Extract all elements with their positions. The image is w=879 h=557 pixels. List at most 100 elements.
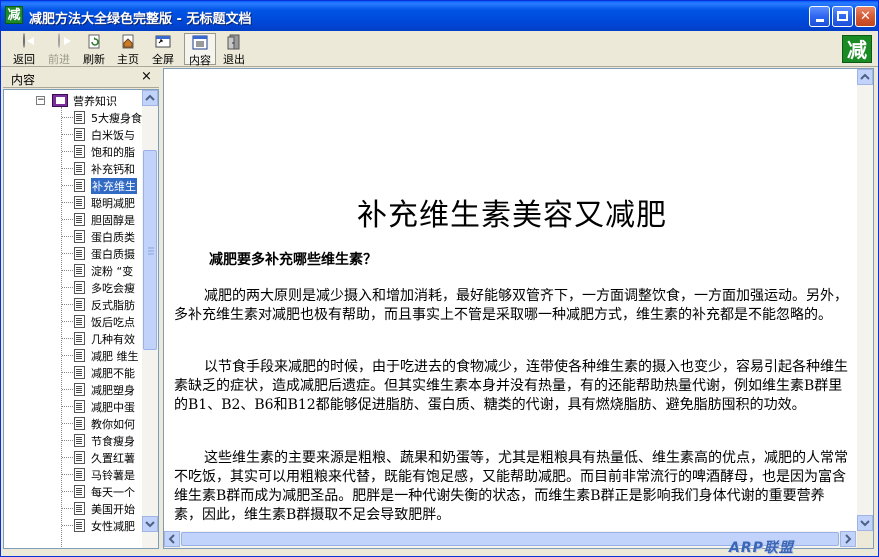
content-scroll-up-button[interactable] — [857, 69, 873, 85]
tree-branch-line — [62, 474, 73, 475]
tree-branch-line — [62, 423, 73, 424]
tree-item[interactable]: 补充维生 — [4, 177, 142, 194]
chevron-down-icon — [860, 520, 870, 527]
tree-item-label: 多吃会瘦 — [91, 282, 135, 295]
document-icon — [74, 196, 85, 209]
sidebar-close-icon[interactable]: × — [141, 69, 152, 84]
tree-branch-line — [62, 168, 73, 169]
tree-branch-line — [62, 304, 73, 305]
contents-button[interactable]: 内容 — [184, 33, 216, 67]
scroll-left-button[interactable] — [164, 531, 180, 547]
tree-item[interactable]: 胆固醇是 — [4, 211, 142, 228]
maximize-button[interactable] — [832, 6, 853, 27]
close-button[interactable]: ✕ — [855, 6, 876, 27]
document-icon — [74, 417, 85, 430]
tree-item[interactable]: 减肥中蛋 — [4, 398, 142, 415]
tree-item[interactable]: 蛋白质摄 — [4, 245, 142, 262]
tree-item[interactable]: 反式脂肪 — [4, 296, 142, 313]
tree-item-label: 补充维生 — [91, 178, 137, 194]
tree-item[interactable]: 马铃薯是 — [4, 466, 142, 483]
tree-item[interactable]: 补充钙和 — [4, 160, 142, 177]
tree-branch-line — [62, 287, 73, 288]
tree-item-label: 白米饭与 — [91, 129, 135, 142]
tree-item-label: 减肥不能 — [91, 367, 135, 380]
scroll-up-button[interactable] — [142, 90, 158, 106]
document-icon — [74, 519, 85, 532]
tree-item-label: 补充钙和 — [91, 163, 135, 176]
tree-root-node[interactable]: − 营养知识 — [4, 92, 142, 109]
title-bar[interactable]: 减 减肥方法大全绿色完整版 - 无标题文档 ✕ — [1, 1, 878, 31]
tree-item-label: 每天一个 — [91, 486, 135, 499]
chevron-right-icon — [845, 534, 852, 544]
tree-branch-line — [62, 406, 73, 407]
tree-branch-line — [62, 491, 73, 492]
tree-branch-line — [62, 270, 73, 271]
article-subtitle: 减肥要多补充哪些维生素？ — [209, 252, 377, 268]
tree-item[interactable]: 饱和的脂 — [4, 143, 142, 160]
refresh-button[interactable]: 刷新 — [79, 33, 109, 66]
scroll-thumb[interactable] — [143, 150, 157, 350]
tree-branch-line — [62, 355, 73, 356]
tree-item[interactable]: 减肥塑身 — [4, 381, 142, 398]
home-button[interactable]: 主页 — [113, 33, 143, 66]
document-icon — [74, 366, 85, 379]
tree-item[interactable]: 蛋白质类 — [4, 228, 142, 245]
grip-icon — [148, 247, 154, 255]
document-icon — [74, 315, 85, 328]
tree-item[interactable]: 饭后吃点 — [4, 313, 142, 330]
tree-item[interactable]: 每天一个 — [4, 483, 142, 500]
tree-branch-line — [62, 236, 73, 237]
scrollbar-corner — [857, 531, 873, 548]
tree-branch-line — [62, 440, 73, 441]
content-scroll-down-button[interactable] — [857, 515, 873, 531]
app-icon: 减 — [5, 6, 23, 24]
chevron-up-icon — [145, 94, 155, 101]
tree-item-label: 久置红薯 — [91, 452, 135, 465]
tree-branch-line — [62, 185, 73, 186]
tree-item-label: 美国开始 — [91, 503, 135, 516]
tree-item[interactable]: 白米饭与 — [4, 126, 142, 143]
article-paragraph: 这些维生素的主要来源是粗粮、蔬果和奶蛋等，尤其是粗粮具有热量低、维生素高的优点，… — [174, 450, 848, 523]
tree-item-label: 饭后吃点 — [91, 316, 135, 329]
tree-item-label: 几种有效 — [91, 333, 135, 346]
contents-tree: − 营养知识 5大瘦身食白米饭与 饱和的脂补充钙和补充维生 聪明减肥 胆固醇是 蛋白质类… — [3, 89, 159, 549]
tree-item[interactable]: 教你如何 — [4, 415, 142, 432]
tree-item[interactable]: 美国开始 — [4, 500, 142, 517]
sidebar-scrollbar[interactable] — [142, 90, 158, 548]
tree-item[interactable]: 女性减肥 — [4, 517, 142, 534]
tree-item[interactable]: 5大瘦身食 — [4, 109, 142, 126]
watermark-logo: ARP联盟 — [729, 540, 794, 556]
tree-item-label: 马铃薯是 — [91, 469, 135, 482]
home-icon — [119, 34, 137, 50]
content-pane: 补充维生素美容又减肥 减肥要多补充哪些维生素？ 减肥的两大原则是减少摄入和增加消… — [163, 68, 874, 549]
fullscreen-button[interactable]: 全屏 — [147, 33, 179, 66]
tree-branch-line — [62, 219, 73, 220]
tree-item[interactable]: 聪明减肥 — [4, 194, 142, 211]
tree-item[interactable]: 淀粉 “变 — [4, 262, 142, 279]
document-icon — [74, 213, 85, 226]
forward-button[interactable]: 前进 — [43, 33, 75, 66]
app-window: 减 减肥方法大全绿色完整版 - 无标题文档 ✕ 返回 前进 刷新 主页 全屏 内… — [0, 0, 879, 557]
tree-item-label: 女性减肥 — [91, 520, 135, 533]
tree-item[interactable]: 减肥不能 — [4, 364, 142, 381]
scroll-right-button[interactable] — [840, 531, 856, 547]
tree-item-label: 淀粉 “变 — [91, 265, 134, 278]
document-icon — [74, 281, 85, 294]
back-button[interactable]: 返回 — [9, 33, 39, 66]
scroll-down-button[interactable] — [142, 516, 158, 532]
tree-item[interactable]: 减肥 维生 — [4, 347, 142, 364]
exit-button[interactable]: 退出 — [219, 33, 249, 66]
content-vertical-scrollbar[interactable] — [857, 69, 873, 531]
document-icon — [74, 485, 85, 498]
tree-item[interactable]: 几种有效 — [4, 330, 142, 347]
tree-branch-line — [62, 134, 73, 135]
tree-item[interactable]: 节食瘦身 — [4, 432, 142, 449]
tree-item[interactable]: 多吃会瘦 — [4, 279, 142, 296]
brand-logo: 减 — [842, 35, 872, 63]
minimize-button[interactable] — [809, 6, 830, 27]
tree-branch-line — [62, 525, 73, 526]
tree-item[interactable]: 久置红薯 — [4, 449, 142, 466]
back-arrow-icon — [15, 33, 34, 50]
tree-item-label: 教你如何 — [91, 418, 135, 431]
collapse-icon[interactable]: − — [36, 96, 45, 105]
